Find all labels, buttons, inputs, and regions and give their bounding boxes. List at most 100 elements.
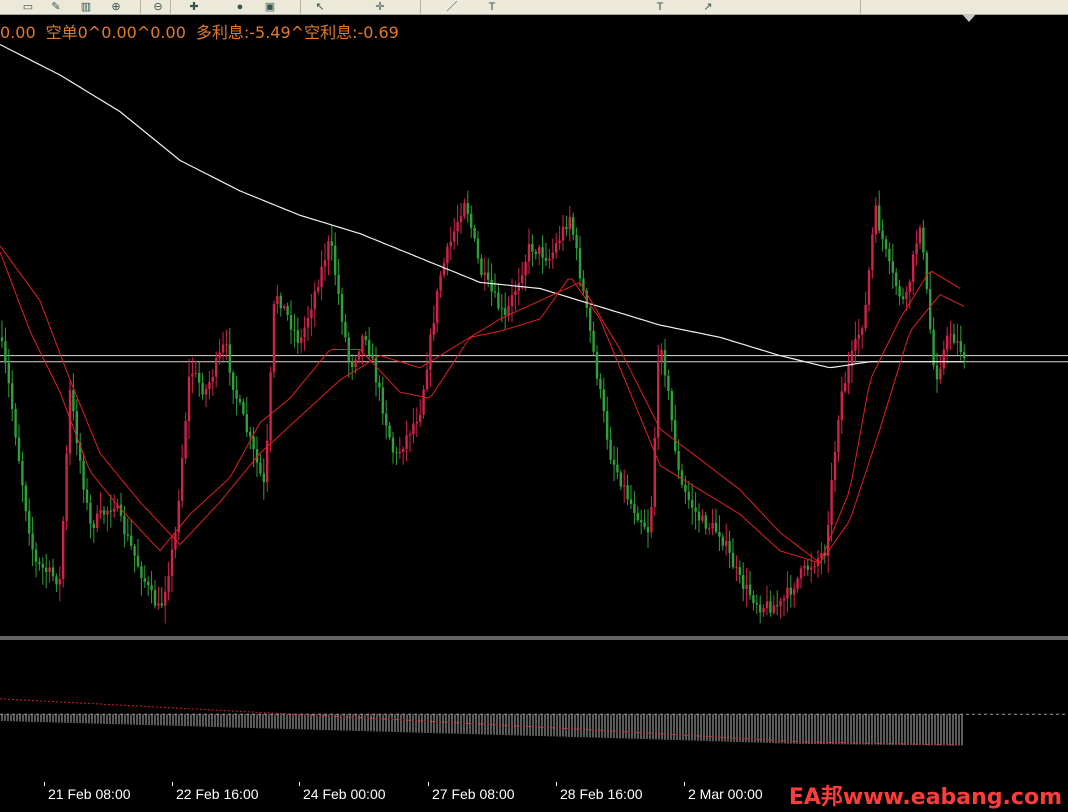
bull-candle — [449, 226, 452, 261]
bull-candle — [939, 355, 942, 384]
pencil-icon[interactable]: ✎ — [48, 1, 64, 13]
bear-candle — [330, 224, 333, 261]
line-icon[interactable]: ／ — [444, 1, 460, 13]
bear-candle — [89, 494, 92, 539]
bull-candle — [68, 379, 72, 466]
bull-candle — [436, 288, 439, 333]
bear-candle — [245, 396, 248, 438]
bull-candle — [204, 384, 208, 408]
label-icon[interactable]: T — [652, 1, 668, 13]
bull-candle — [405, 420, 408, 462]
bear-candle — [11, 370, 14, 422]
bear-candle — [0, 320, 4, 348]
bear-candle — [738, 560, 741, 584]
bear-candle — [881, 219, 884, 252]
window-icon[interactable]: ▣ — [262, 1, 278, 13]
bear-candle — [663, 338, 667, 388]
cursor-icon[interactable]: ↖ — [312, 1, 328, 13]
bear-candle — [667, 369, 670, 401]
chart-shift-marker[interactable] — [962, 14, 976, 22]
text-icon[interactable]: T — [484, 1, 500, 13]
bear-candle — [531, 234, 534, 267]
bear-candle — [470, 205, 473, 238]
bull-candle — [942, 340, 945, 375]
bull-candle — [551, 238, 554, 269]
bear-candle — [34, 542, 38, 578]
bear-candle — [279, 292, 282, 317]
bear-candle — [606, 396, 609, 450]
bull-candle — [837, 415, 840, 462]
bear-candle — [898, 279, 901, 306]
bear-candle — [742, 562, 745, 602]
bear-candle — [640, 509, 643, 535]
signal-line — [0, 698, 961, 746]
x-tick-mark — [684, 782, 685, 786]
bull-candle — [867, 266, 871, 312]
bull-candle — [272, 300, 276, 379]
bull-candle — [483, 257, 486, 291]
bear-candle — [922, 219, 925, 260]
crosshair-icon[interactable]: ✛ — [372, 1, 388, 13]
bear-candle — [694, 492, 697, 530]
bear-candle — [351, 353, 354, 380]
bear-candle — [347, 331, 350, 378]
bull-candle — [847, 351, 850, 395]
bear-candle — [147, 576, 150, 597]
arrow-icon[interactable]: ↗ — [700, 1, 716, 13]
bear-candle — [480, 254, 483, 278]
bear-candle — [262, 458, 265, 500]
bear-candle — [697, 503, 701, 533]
bear-candle — [670, 388, 673, 432]
bear-candle — [595, 345, 599, 386]
bear-candle — [878, 190, 881, 234]
bull-candle — [164, 576, 167, 624]
bear-candle — [609, 426, 612, 464]
circle-icon[interactable]: ● — [232, 1, 248, 13]
bear-candle — [41, 557, 44, 585]
x-tick-mark — [556, 782, 557, 786]
bear-candle — [901, 288, 905, 305]
bull-candle — [320, 250, 323, 301]
bear-candle — [582, 270, 585, 295]
x-tick-mark — [44, 782, 45, 786]
bull-candle — [762, 604, 765, 618]
bull-candle — [58, 566, 61, 602]
bull-candle — [765, 585, 769, 616]
bear-candle — [344, 313, 347, 343]
info-part-2: 空单0^0.00^0.00 — [45, 23, 186, 42]
bull-candle — [463, 198, 466, 220]
bear-candle — [232, 370, 235, 405]
zoom-out-icon[interactable]: ⊖ — [150, 1, 166, 13]
bear-candle — [616, 447, 619, 480]
bull-candle — [786, 571, 789, 613]
x-tick-mark — [428, 782, 429, 786]
bull-candle — [218, 338, 221, 365]
bear-candle — [541, 235, 544, 274]
folder-icon[interactable]: ▭ — [20, 1, 36, 13]
add-icon[interactable]: ✚ — [186, 1, 202, 13]
x-tick-mark — [172, 782, 173, 786]
bull-candle — [779, 597, 782, 619]
bear-candle — [21, 451, 24, 503]
bull-candle — [864, 291, 867, 332]
bull-candle — [106, 506, 109, 532]
bear-candle — [133, 543, 136, 573]
bear-candle — [228, 327, 231, 386]
bear-candle — [895, 268, 898, 295]
bear-candle — [721, 533, 724, 551]
chart-icon[interactable]: ▥ — [78, 1, 94, 13]
x-tick-label: 2 Mar 00:00 — [688, 786, 763, 802]
bear-candle — [24, 481, 27, 522]
zoom-in-icon[interactable]: ⊕ — [108, 1, 124, 13]
bear-candle — [385, 400, 388, 440]
bull-candle — [65, 445, 68, 530]
bear-candle — [731, 538, 735, 570]
bear-candle — [143, 565, 146, 588]
bull-candle — [191, 357, 194, 394]
bull-candle — [323, 243, 327, 282]
bull-candle — [623, 469, 626, 503]
bull-candle — [456, 204, 459, 246]
x-tick-label: 27 Feb 08:00 — [432, 786, 515, 802]
bull-candle — [167, 561, 170, 601]
bull-candle — [453, 218, 456, 250]
